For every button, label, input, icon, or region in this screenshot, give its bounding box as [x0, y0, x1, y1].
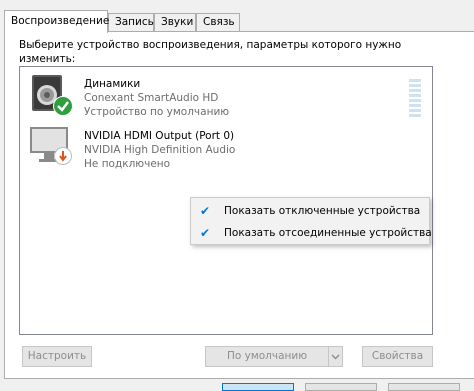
- device-name: Динамики: [84, 78, 141, 90]
- ok-button[interactable]: [222, 383, 294, 391]
- instruction-text: Выберите устройство воспроизведения, пар…: [19, 39, 402, 65]
- list-item-hdmi[interactable]: NVIDIA HDMI Output (Port 0) NVIDIA High …: [20, 125, 400, 170]
- device-driver: Conexant SmartAudio HD: [84, 92, 219, 104]
- menu-item-show-disconnected[interactable]: ✔ Показать отсоединенные устройства: [191, 222, 432, 244]
- list-item-speakers[interactable]: Динамики Conexant SmartAudio HD Устройст…: [20, 73, 421, 118]
- tab-recording[interactable]: Запись: [108, 13, 154, 31]
- menu-item-label: Показать отсоединенные устройства: [224, 227, 432, 239]
- check-icon: ✔: [200, 226, 211, 240]
- chevron-down-icon: [331, 354, 340, 360]
- device-status: Не подключено: [84, 158, 171, 170]
- disconnected-badge: [54, 147, 72, 165]
- default-check-badge: [53, 96, 73, 116]
- tab-communications[interactable]: Связь: [196, 13, 240, 31]
- properties-button[interactable]: Свойства: [362, 346, 433, 367]
- volume-level-meter: [409, 79, 421, 119]
- cancel-button[interactable]: [305, 383, 377, 391]
- set-default-button[interactable]: По умолчанию: [205, 346, 329, 367]
- configure-button[interactable]: Настроить: [22, 346, 92, 367]
- apply-button[interactable]: [388, 383, 460, 391]
- device-driver: NVIDIA High Definition Audio: [84, 144, 236, 156]
- context-menu: ✔ Показать отключенные устройства ✔ Пока…: [190, 197, 432, 245]
- device-status: Устройство по умолчанию: [84, 106, 230, 118]
- set-default-dropdown[interactable]: [328, 346, 343, 367]
- check-icon: ✔: [200, 204, 211, 218]
- device-name: NVIDIA HDMI Output (Port 0): [84, 130, 235, 142]
- tab-playback[interactable]: Воспроизведение: [4, 10, 109, 33]
- tab-sounds[interactable]: Звуки: [154, 13, 196, 31]
- menu-item-show-disabled[interactable]: ✔ Показать отключенные устройства: [191, 200, 429, 222]
- menu-item-label: Показать отключенные устройства: [224, 205, 421, 217]
